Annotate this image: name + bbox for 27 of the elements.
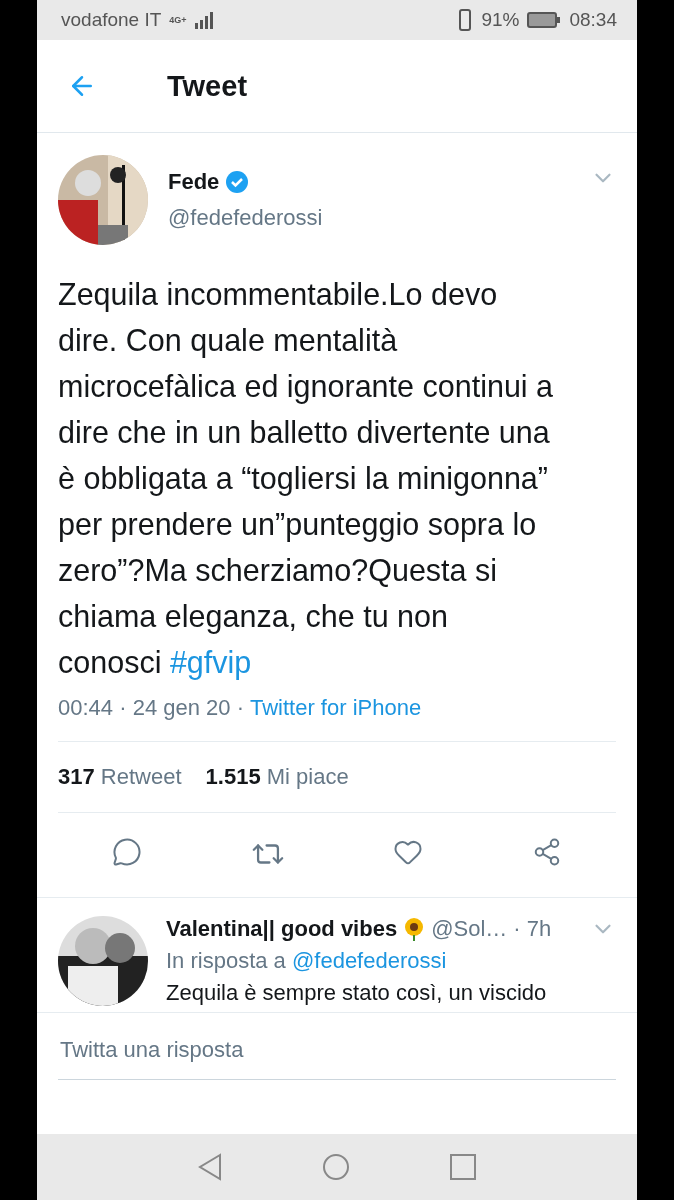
reply-context: In risposta a @fedefederossi (166, 948, 448, 974)
carrier-name: vodafone IT (61, 9, 162, 31)
battery-percent: 91% (481, 9, 520, 31)
recents-nav-icon[interactable] (450, 1154, 476, 1180)
tweet-text: Zequila incommentabile.Lo devo dire. Con quale mentalità microcefàlica ed ignorante continui a dire che in un balletto divertente una è obbligata a “togliersi la minigonna” per prendere un”punteggio sopra lo zero”?Ma scherziamo?Questa si chiama eleganza, che tu non conosci #gfvip (58, 276, 555, 682)
vibrate-icon (457, 9, 474, 31)
back-nav-icon[interactable] (198, 1153, 222, 1181)
mention-link[interactable]: @fedefederossi (291, 948, 447, 973)
reply-age: · 7h (513, 916, 552, 942)
signal-icon (194, 11, 215, 29)
home-nav-icon[interactable] (322, 1153, 350, 1181)
author-handle: @fedefederossi (168, 205, 324, 231)
like-count[interactable]: 1.515 Mi piace (205, 764, 349, 790)
page-title: Tweet (167, 69, 248, 103)
retweet-count[interactable]: 317 Retweet (58, 764, 182, 790)
author-name: Fede (168, 169, 220, 195)
network-type: 4G+ (169, 15, 187, 25)
source-link[interactable]: Twitter for iPhone (249, 695, 422, 721)
hashtag-link[interactable]: #gfvip (169, 645, 252, 679)
reply-text: Zequila è sempre stato così, un viscido (166, 980, 548, 1006)
sunflower-icon (403, 917, 426, 941)
clock-time: 08:34 (569, 9, 617, 31)
reply-author-handle: @Sol… (431, 916, 508, 942)
battery-icon (527, 11, 562, 29)
reply-author-name: Valentina|| good vibes (166, 916, 398, 942)
tweet-timestamp: 00:44 · 24 gen 20 · (58, 695, 244, 721)
reply-icon[interactable] (112, 837, 143, 867)
